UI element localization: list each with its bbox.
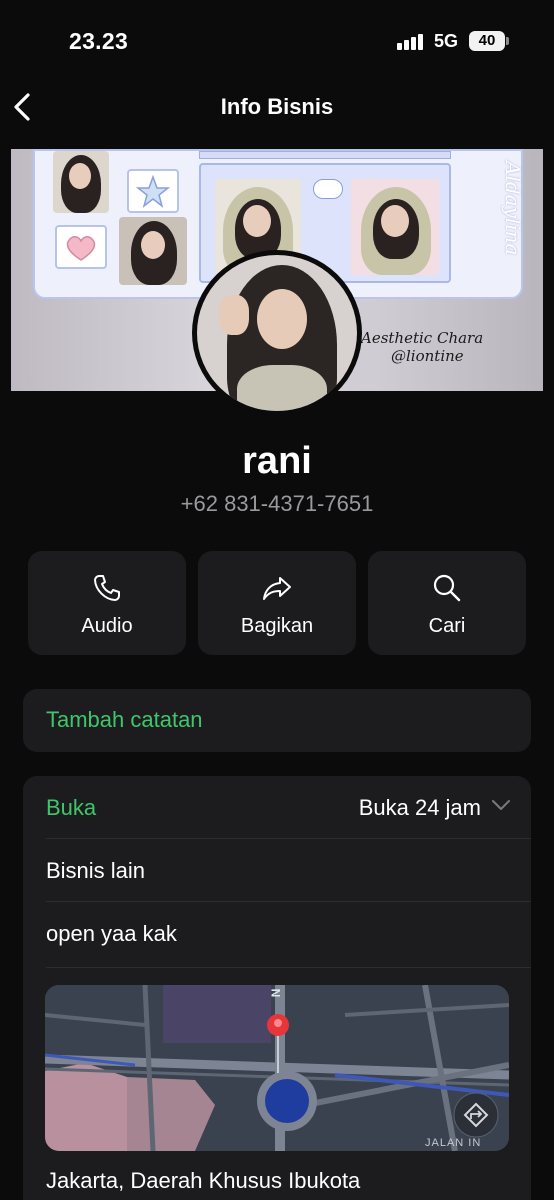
business-info-card: Buka Buka 24 jam Bisnis lain open yaa ka… [23, 776, 531, 1200]
star-sticker [127, 169, 179, 213]
hours-label: Buka [46, 795, 97, 820]
business-info-screen: 23.23 5G 40 Info Bisnis Aldaylina Aesthe… [0, 0, 554, 1200]
share-icon [263, 577, 291, 600]
share-label: Bagikan [240, 615, 314, 637]
map-compass: N [268, 988, 283, 998]
status-time: 23.23 [69, 28, 129, 54]
banner-signature: Aesthetic Chara @liontine [361, 329, 483, 365]
audio-label: Audio [81, 615, 133, 637]
collage-strip [199, 151, 451, 159]
hours-row[interactable]: Buka Buka 24 jam [46, 776, 531, 839]
action-buttons: Audio Bagikan Cari [28, 551, 526, 655]
search-button[interactable]: Cari [368, 551, 526, 655]
location-map[interactable]: N JALAN IN [45, 985, 509, 1151]
profile-phone: +62 831-4371-7651 [180, 491, 374, 516]
battery-icon: 40 [469, 31, 505, 51]
avatar-photo [197, 255, 357, 411]
collage-photo-1 [53, 151, 109, 213]
business-description: open yaa kak [46, 921, 177, 946]
add-note-button[interactable]: Tambah catatan [23, 689, 531, 752]
share-button[interactable]: Bagikan [198, 551, 356, 655]
business-address: Jakarta, Daerah Khusus Ibukota [46, 1168, 361, 1193]
cloud-sticker [313, 179, 343, 199]
nav-bar: Info Bisnis [0, 84, 554, 130]
map-graphic [45, 985, 509, 1151]
signature-line-2: @liontine [391, 347, 464, 365]
heart-sticker [55, 225, 107, 269]
chevron-down-icon [492, 800, 510, 810]
status-bar: 23.23 5G 40 [0, 0, 554, 84]
business-category: Bisnis lain [46, 858, 146, 883]
signal-icon [397, 32, 427, 50]
battery-tip [506, 37, 509, 45]
description-row: open yaa kak [46, 902, 531, 968]
banner-vertical-text: Aldaylina [501, 161, 525, 256]
collage-photo-2 [119, 217, 187, 285]
hours-value: Buka 24 jam [358, 795, 481, 820]
profile-name: rani [242, 440, 312, 482]
search-label: Cari [428, 615, 466, 637]
audio-button[interactable]: Audio [28, 551, 186, 655]
map-street-label: JALAN IN [425, 1137, 482, 1149]
avatar[interactable] [192, 250, 362, 416]
network-type: 5G [434, 31, 459, 51]
search-icon [433, 574, 461, 602]
category-row: Bisnis lain [46, 839, 531, 902]
signature-line-1: Aesthetic Chara [361, 329, 484, 347]
add-note-label: Tambah catatan [46, 707, 203, 732]
phone-icon [94, 575, 120, 601]
page-title: Info Bisnis [220, 94, 334, 119]
